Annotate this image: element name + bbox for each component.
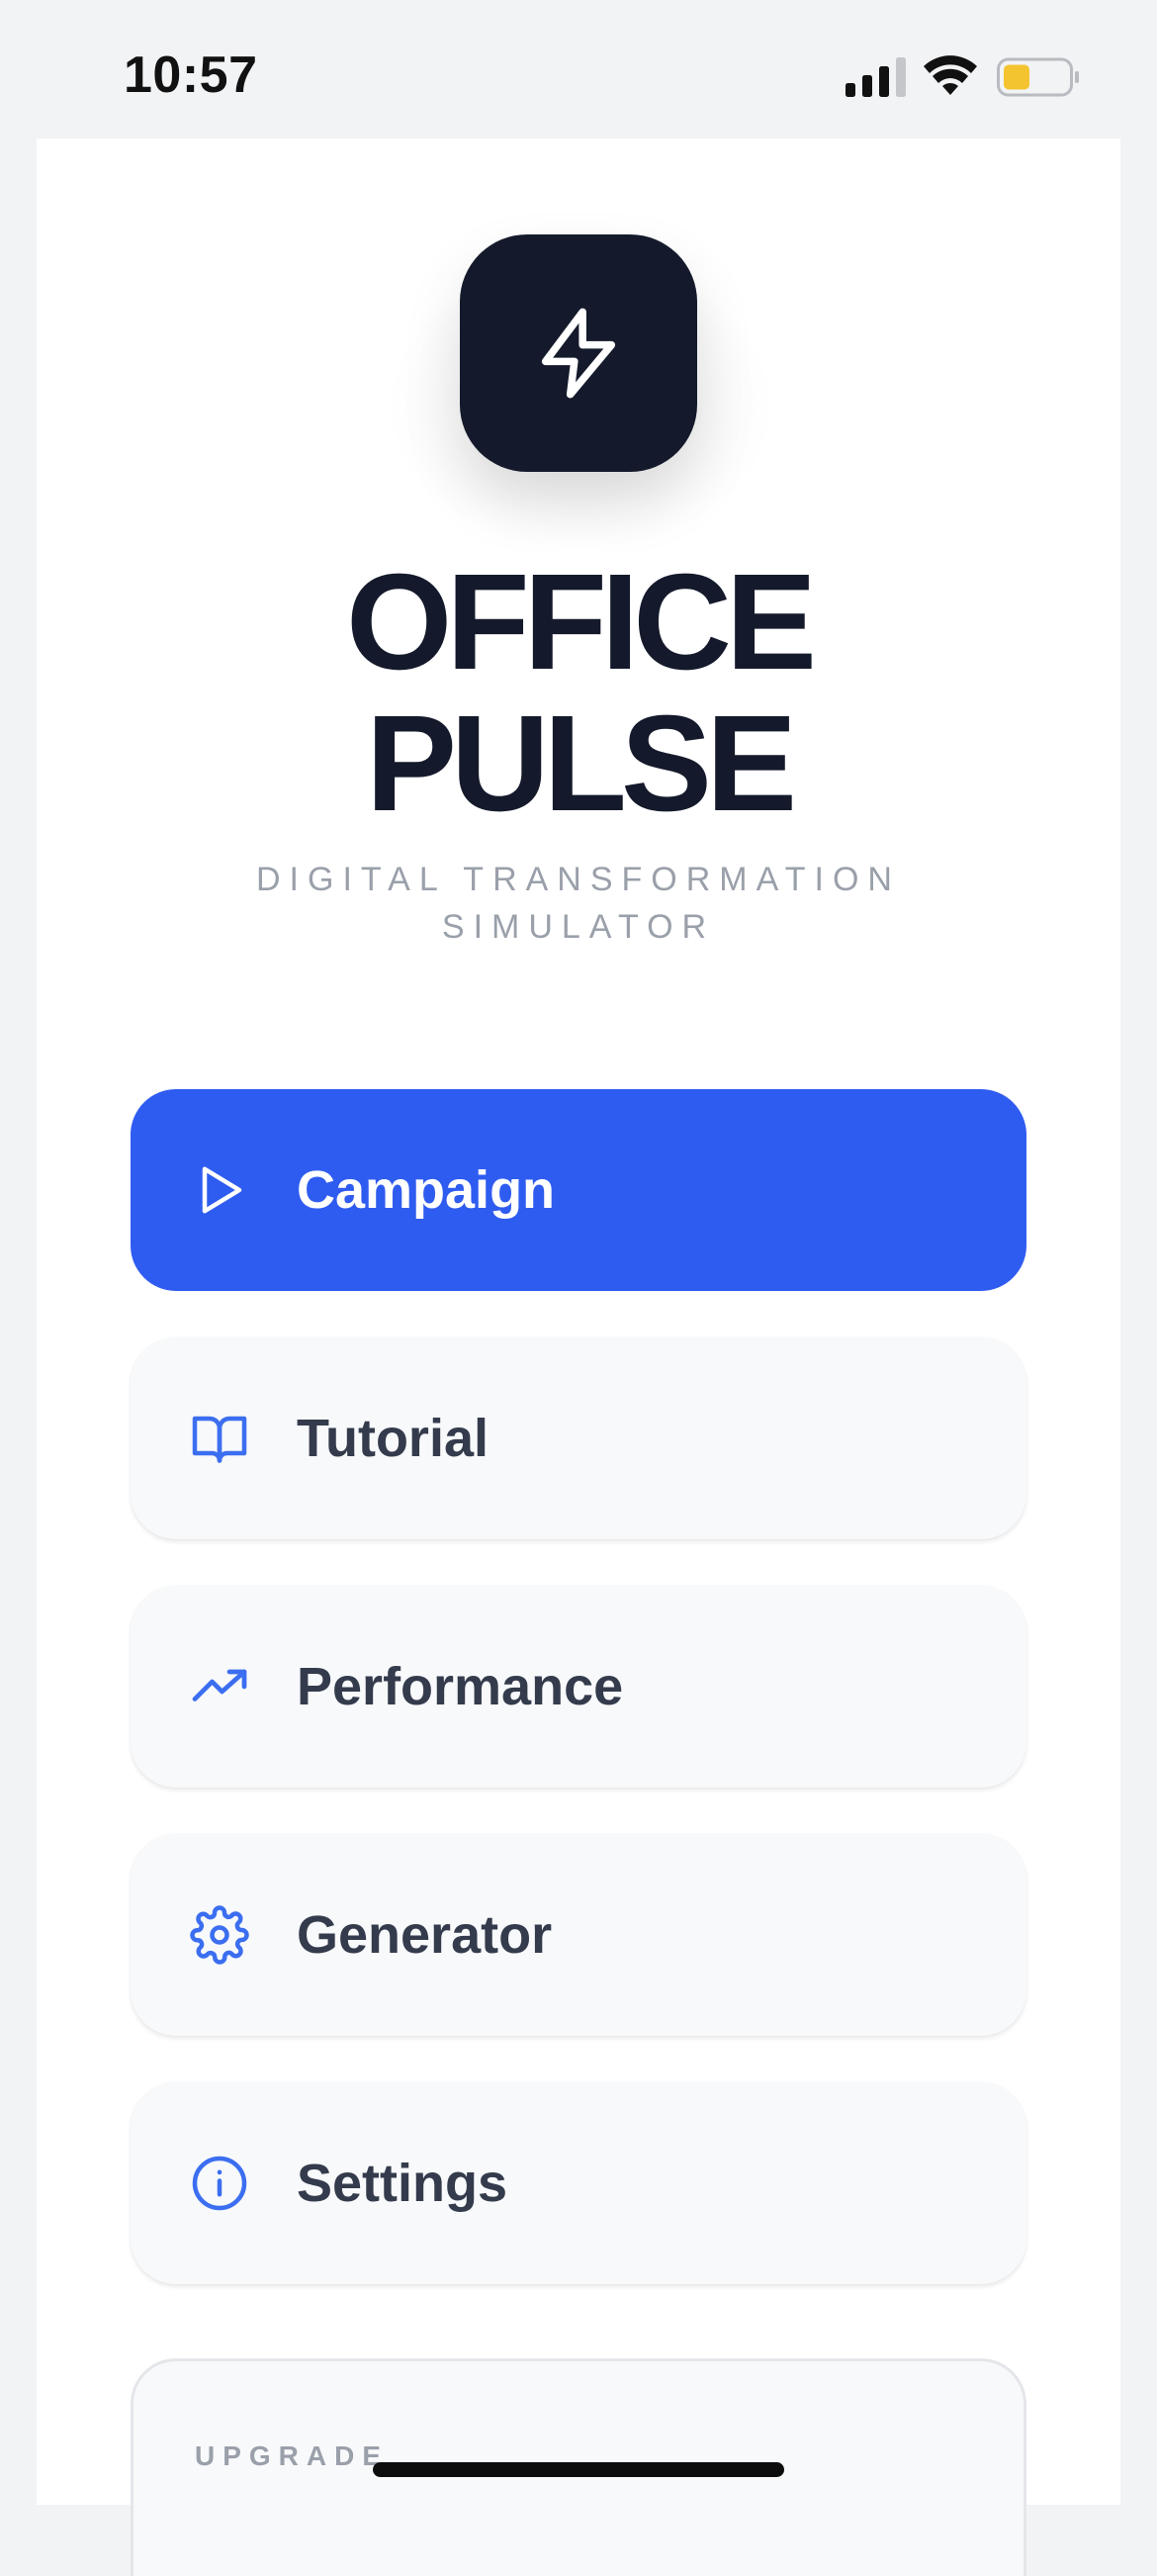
tutorial-button[interactable]: Tutorial <box>131 1337 1026 1539</box>
home-indicator[interactable] <box>373 2462 784 2477</box>
play-icon <box>202 1166 242 1214</box>
campaign-button[interactable]: Campaign <box>131 1089 1026 1291</box>
lightning-bolt-icon <box>541 308 616 399</box>
main-card: OFFICE PULSE DIGITAL TRANSFORMATION SIMU… <box>37 138 1120 2576</box>
campaign-label: Campaign <box>297 1160 556 1220</box>
settings-label: Settings <box>297 2154 508 2213</box>
cellular-signal-icon <box>846 57 906 97</box>
app-title-line-2: PULSE <box>365 688 797 840</box>
app-subtitle: DIGITAL TRANSFORMATION SIMULATOR <box>37 856 1120 951</box>
subtitle-line-2: SIMULATOR <box>441 908 716 946</box>
settings-button[interactable]: Settings <box>131 2082 1026 2284</box>
status-time: 10:57 <box>124 46 258 104</box>
info-icon <box>192 2156 247 2211</box>
app-logo <box>460 234 697 472</box>
tutorial-label: Tutorial <box>297 1409 489 1468</box>
wifi-icon <box>924 55 977 95</box>
upgrade-label: UPGRADE <box>195 2440 390 2471</box>
app-title-line-1: OFFICE <box>346 546 817 698</box>
battery-low-icon <box>997 57 1079 97</box>
performance-label: Performance <box>297 1657 624 1716</box>
generator-label: Generator <box>297 1905 553 1965</box>
book-icon <box>192 1416 247 1463</box>
subtitle-line-1: DIGITAL TRANSFORMATION <box>256 861 901 898</box>
status-bar: 10:57 <box>0 0 1157 138</box>
generator-button[interactable]: Generator <box>131 1834 1026 2036</box>
trending-up-icon <box>192 1669 247 1702</box>
gear-icon <box>190 1905 249 1965</box>
performance-button[interactable]: Performance <box>131 1586 1026 1788</box>
